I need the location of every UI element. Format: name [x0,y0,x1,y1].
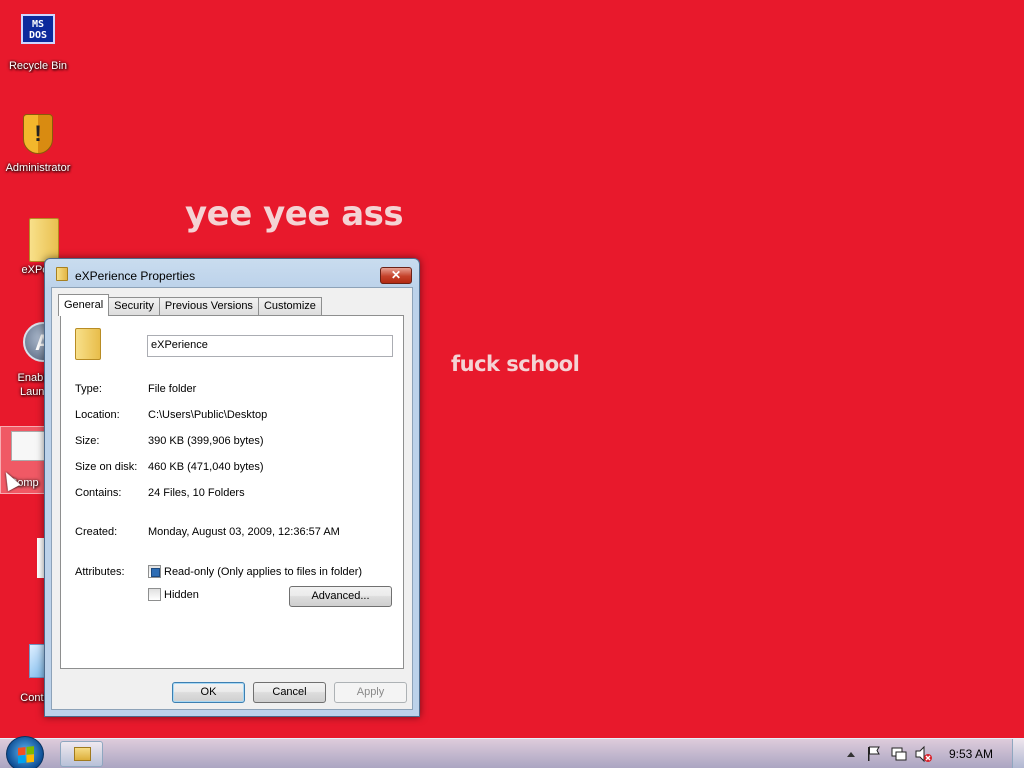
desktop-icon-administrator[interactable]: ! Administrator [0,112,76,175]
divider [75,550,389,551]
dialog-title: eXPerience Properties [75,269,196,283]
close-button[interactable]: ✕ [380,267,412,284]
readonly-label[interactable]: Read-only (Only applies to files in fold… [164,566,362,578]
tab-previous-versions[interactable]: Previous Versions [158,297,259,316]
show-hidden-arrow-icon[interactable] [846,739,856,768]
field-row-location: Location: C:\Users\Public\Desktop [75,409,393,423]
field-value: C:\Users\Public\Desktop [148,409,268,421]
advanced-button[interactable]: Advanced... [289,586,392,607]
readonly-checkbox[interactable] [148,565,161,578]
field-value: 24 Files, 10 Folders [148,487,245,499]
start-button[interactable] [6,736,44,768]
folder-icon [75,328,101,360]
desktop-icon-recycle-bin[interactable]: MS DOS Recycle Bin [0,10,76,73]
field-label: Contains: [75,487,122,499]
desktop-wallpaper-text-1: yee yee ass [185,194,404,234]
field-label: Location: [75,409,120,421]
windows-orb-icon [18,746,34,764]
field-row-type: Type: File folder [75,383,393,397]
presentation-board-icon [1,427,47,473]
folder-icon [15,214,61,262]
field-row-size: Size: 390 KB (399,906 bytes) [75,435,393,449]
taskbar: 9:53 AM [0,736,1024,768]
tab-security[interactable]: Security [108,297,160,316]
general-tab-panel: eXPerience Type: File folder Location: C… [60,315,404,669]
tab-customize[interactable]: Customize [257,297,322,316]
desktop-icon-label: Recycle Bin [8,60,68,72]
field-row-size-on-disk: Size on disk: 460 KB (471,040 bytes) [75,461,393,475]
field-value: 390 KB (399,906 bytes) [148,435,264,447]
field-row-contains: Contains: 24 Files, 10 Folders [75,487,393,501]
field-label: Type: [75,383,102,395]
hidden-checkbox[interactable] [148,588,161,601]
apply-button[interactable]: Apply [334,682,407,703]
field-row-created: Created: Monday, August 03, 2009, 12:36:… [75,526,393,540]
ok-button[interactable]: OK [172,682,245,703]
dialog-client: General Security Previous Versions Custo… [51,287,413,710]
taskbar-explorer-button[interactable] [60,741,103,767]
divider [75,511,389,512]
field-label: Size: [75,435,100,447]
field-value: 460 KB (471,040 bytes) [148,461,264,473]
desktop-icon-label: Administrator [5,162,71,174]
msdos-icon: MS DOS [15,10,61,56]
volume-muted-icon[interactable] [914,739,934,768]
cancel-button[interactable]: Cancel [253,682,326,703]
dialog-titlebar[interactable]: eXPerience Properties ✕ [45,259,419,287]
system-clock[interactable]: 9:53 AM [949,739,993,768]
show-desktop-button[interactable] [1012,739,1024,768]
hidden-label[interactable]: Hidden [164,589,199,601]
uac-shield-icon: ! [15,112,61,158]
field-label: Size on disk: [75,461,138,473]
msdos-badge: MS DOS [21,14,55,44]
folder-icon [56,267,68,281]
tab-general[interactable]: General [58,294,110,316]
network-icon[interactable] [890,739,908,768]
tab-strip: General Security Previous Versions Custo… [58,294,322,316]
desktop-wallpaper-text-2: fuck school [451,352,580,376]
divider [75,368,389,369]
field-value: File folder [148,383,197,395]
field-label: Attributes: [75,566,125,578]
folder-name-field[interactable]: eXPerience [147,335,393,357]
action-center-flag-icon[interactable] [866,739,882,768]
properties-dialog: eXPerience Properties ✕ General Security… [44,258,420,717]
field-value: Monday, August 03, 2009, 12:36:57 AM [148,526,340,538]
field-label: Created: [75,526,118,538]
explorer-folder-icon [74,747,91,761]
